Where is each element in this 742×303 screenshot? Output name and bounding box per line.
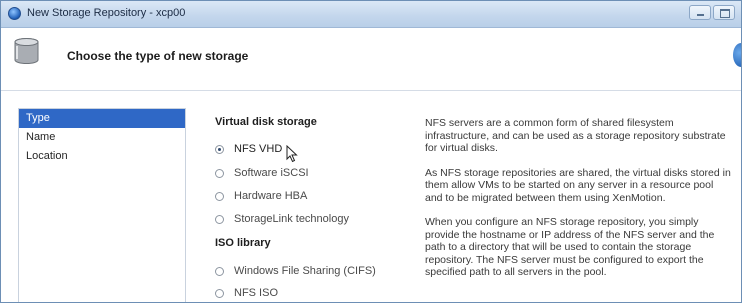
radio-button[interactable]	[215, 144, 224, 154]
radio-label: Software iSCSI	[234, 167, 309, 179]
step-location[interactable]: Location	[19, 147, 185, 166]
description-line: infrastructure, and can be used as a sto…	[425, 129, 726, 142]
radio-label: NFS ISO	[234, 287, 279, 299]
radio-label: NFS VHD	[234, 143, 283, 155]
description-paragraph: NFS servers are a common form of shared …	[425, 117, 741, 155]
description-line: them allow VMs to be started on any serv…	[425, 179, 714, 191]
radio-windows-cifs[interactable]: Windows File Sharing (CIFS)	[215, 264, 376, 278]
radio-label: StorageLink technology	[234, 213, 349, 225]
storage-type-description: NFS servers are a common form of shared …	[425, 117, 741, 291]
radio-button[interactable]	[215, 214, 224, 224]
mouse-cursor-icon	[286, 145, 298, 163]
radio-button[interactable]	[215, 266, 224, 276]
title-bar[interactable]: New Storage Repository - xcp00	[1, 1, 741, 28]
radio-hardware-hba[interactable]: Hardware HBA	[215, 189, 307, 203]
description-paragraph: When you configure an NFS storage reposi…	[425, 216, 741, 279]
description-line: As NFS storage repositories are shared, …	[425, 166, 731, 179]
minimize-button[interactable]	[689, 5, 711, 20]
radio-software-iscsi[interactable]: Software iSCSI	[215, 166, 309, 180]
radio-button[interactable]	[215, 191, 224, 201]
radio-storagelink[interactable]: StorageLink technology	[215, 212, 349, 226]
description-line: for virtual disks.	[425, 142, 498, 154]
iso-library-heading: ISO library	[215, 237, 271, 249]
description-line: provide the hostname or IP address of th…	[425, 228, 715, 241]
description-line: repository. The NFS server must be confi…	[425, 253, 704, 266]
radio-label: Hardware HBA	[234, 190, 308, 202]
maximize-button[interactable]	[713, 5, 735, 20]
step-type[interactable]: Type	[19, 109, 185, 128]
description-line: When you configure an NFS storage reposi…	[425, 216, 699, 228]
maximize-icon	[720, 9, 730, 18]
description-line: specified path to all servers in the poo…	[425, 266, 607, 278]
radio-button[interactable]	[215, 288, 224, 298]
description-line: path to a directory that will be used to…	[425, 241, 692, 253]
radio-button[interactable]	[215, 168, 224, 178]
app-icon	[8, 7, 21, 20]
description-paragraph: As NFS storage repositories are shared, …	[425, 166, 741, 205]
description-line: NFS servers are a common form of shared …	[425, 117, 674, 129]
wizard-window: New Storage Repository - xcp00 Choose th…	[0, 0, 742, 303]
storage-icon	[14, 38, 39, 64]
virtual-disk-heading: Virtual disk storage	[215, 116, 317, 128]
wizard-header: Choose the type of new storage	[1, 28, 741, 91]
description-line: and to be migrated between them using Xe…	[425, 191, 666, 204]
page-title: Choose the type of new storage	[67, 49, 249, 63]
minimize-icon	[697, 14, 704, 16]
radio-nfs-iso[interactable]: NFS ISO	[215, 286, 278, 300]
window-title: New Storage Repository - xcp00	[27, 7, 186, 19]
window-controls	[689, 5, 735, 21]
help-icon[interactable]	[733, 43, 741, 67]
wizard-steps: Type Name Location	[18, 108, 186, 302]
radio-nfs-vhd[interactable]: NFS VHD	[215, 142, 282, 156]
step-name[interactable]: Name	[19, 128, 185, 147]
radio-label: Windows File Sharing (CIFS)	[234, 265, 376, 277]
